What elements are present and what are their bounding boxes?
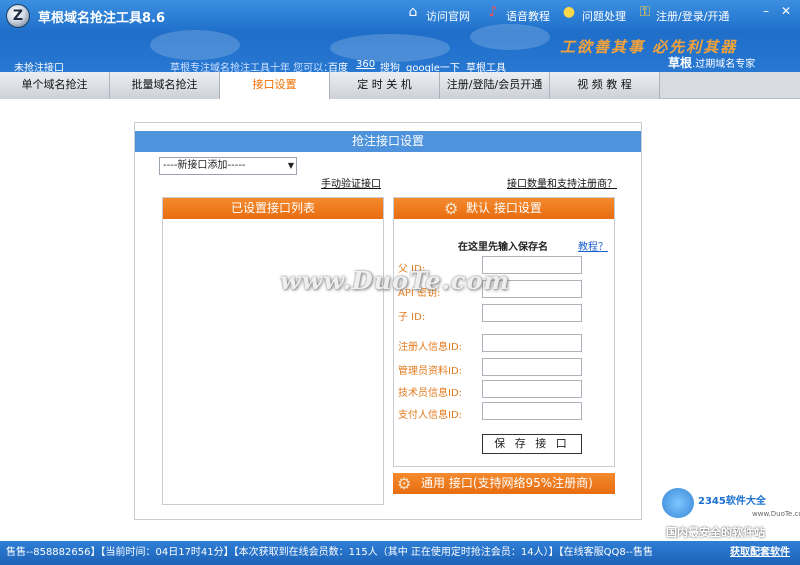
decor-cloud xyxy=(330,34,450,62)
mascot-icon xyxy=(662,488,694,518)
default-settings-title: 默认 接口设置 xyxy=(466,201,542,215)
admin-id-label: 管理员资料ID: xyxy=(398,366,463,377)
current-section-label[interactable]: 未抢注接口 xyxy=(14,59,64,72)
child-id-label: 子 ID: xyxy=(398,312,426,323)
app-title: 草根域名抢注工具8.6 xyxy=(38,11,166,26)
watermark-corner: 2345软件大全 www.DuoTe.com 国内最安全的软件站 xyxy=(660,488,800,539)
interface-count-link[interactable]: 接口数量和支持注册商？ xyxy=(507,175,617,190)
watermark-url: www.DuoTe.com xyxy=(752,510,800,518)
tab-scheduled-shutdown[interactable]: 定 时 关 机 xyxy=(330,72,440,99)
gear-icon: ⚙ xyxy=(444,199,459,218)
default-interface-settings: ⚙ 默认 接口设置 在这里先输入保存名 教程？ 父 ID: API 密钥: 子 … xyxy=(393,197,615,467)
search-link-google[interactable]: google一下 xyxy=(406,59,460,72)
tech-id-label: 技术员信息ID: xyxy=(398,388,463,399)
tab-bar: 单个域名抢注 批量域名抢注 接口设置 定 时 关 机 注册/登陆/会员开通 视 … xyxy=(0,72,800,100)
configured-list-header: 已设置接口列表 xyxy=(163,198,383,219)
tab-register-login[interactable]: 注册/登陆/会员开通 xyxy=(440,72,550,99)
watermark-duote: www.DuoTe.com xyxy=(280,266,510,295)
registrant-id-input[interactable] xyxy=(482,334,582,352)
register-login-link[interactable]: 注册/登录/开通 xyxy=(656,8,729,24)
save-interface-button[interactable]: 保 存 接 口 xyxy=(482,434,582,454)
manual-verify-link[interactable]: 手动验证接口 xyxy=(321,175,381,190)
search-link-baidu[interactable]: 百度 xyxy=(328,59,348,72)
interface-select[interactable]: ----新接口添加----- ▼ xyxy=(159,157,297,175)
close-button[interactable]: ✕ xyxy=(778,3,794,19)
brand-suffix: .过期域名专家 xyxy=(692,59,756,70)
interface-select-value: ----新接口添加----- xyxy=(163,160,246,171)
tab-video-tutorial[interactable]: 视 频 教 程 xyxy=(550,72,660,99)
registrant-id-label: 注册人信息ID: xyxy=(398,342,463,353)
gear-icon: ⚙ xyxy=(397,474,412,493)
music-note-icon[interactable]: ♪ xyxy=(484,3,502,21)
tab-interface-settings[interactable]: 接口设置 xyxy=(220,72,330,100)
voice-tutorial-link[interactable]: 语音教程 xyxy=(506,8,550,24)
interface-settings-panel: 抢注接口设置 ----新接口添加----- ▼ 手动验证接口 接口数量和支持注册… xyxy=(134,122,642,520)
child-id-input[interactable] xyxy=(482,304,582,322)
billing-id-label: 支付人信息ID: xyxy=(398,410,463,421)
search-link-sogou[interactable]: 搜狗 xyxy=(380,59,400,72)
tutorial-link[interactable]: 教程？ xyxy=(578,238,608,253)
visit-site-link[interactable]: 访问官网 xyxy=(426,8,470,24)
qq-penguin-icon[interactable]: ● xyxy=(560,3,578,21)
get-companion-software-link[interactable]: 获取配套软件 xyxy=(730,541,790,565)
chevron-down-icon: ▼ xyxy=(287,161,294,170)
decor-cloud xyxy=(470,24,550,50)
decor-cloud xyxy=(150,30,240,60)
status-bar: 售售--858882656】【当前时间：04日17时41分】【本次获取到在线会员… xyxy=(0,541,800,565)
general-interface-title: 通用 接口(支持网络95%注册商) xyxy=(421,476,593,490)
watermark-site-name: 2345软件大全 xyxy=(698,496,766,507)
brand: 草根.过期域名专家 xyxy=(668,54,755,71)
general-interface-header[interactable]: ⚙ 通用 接口(支持网络95%注册商) xyxy=(393,473,615,494)
configured-interface-list: 已设置接口列表 xyxy=(162,197,384,505)
save-name-tip: 在这里先输入保存名 xyxy=(458,242,548,253)
billing-id-input[interactable] xyxy=(482,402,582,420)
app-logo-icon: Z xyxy=(6,4,30,28)
watermark-slogan: 国内最安全的软件站 xyxy=(666,526,765,539)
status-text: 售售--858882656】【当前时间：04日17时41分】【本次获取到在线会员… xyxy=(6,547,653,558)
info-text: 草根专注域名抢注工具十年 您可以： xyxy=(170,63,334,72)
issue-handling-link[interactable]: 问题处理 xyxy=(582,8,626,24)
admin-id-input[interactable] xyxy=(482,358,582,376)
tab-single-domain[interactable]: 单个域名抢注 xyxy=(0,72,110,99)
key-icon[interactable]: ⚿ xyxy=(636,3,654,21)
search-link-360[interactable]: 360 xyxy=(356,59,375,70)
panel-title: 抢注接口设置 xyxy=(135,131,641,152)
tab-batch-domain[interactable]: 批量域名抢注 xyxy=(110,72,220,99)
title-bar: Z 草根域名抢注工具8.6 ⌂ 访问官网 ♪ 语音教程 ● 问题处理 ⚿ 注册/… xyxy=(0,0,800,72)
home-icon[interactable]: ⌂ xyxy=(404,3,422,21)
search-link-tools[interactable]: 草根工具 xyxy=(466,59,506,72)
default-settings-header: ⚙ 默认 接口设置 xyxy=(394,198,614,219)
tech-id-input[interactable] xyxy=(482,380,582,398)
minimize-button[interactable]: – xyxy=(758,3,774,19)
brand-name: 草根 xyxy=(668,56,693,70)
